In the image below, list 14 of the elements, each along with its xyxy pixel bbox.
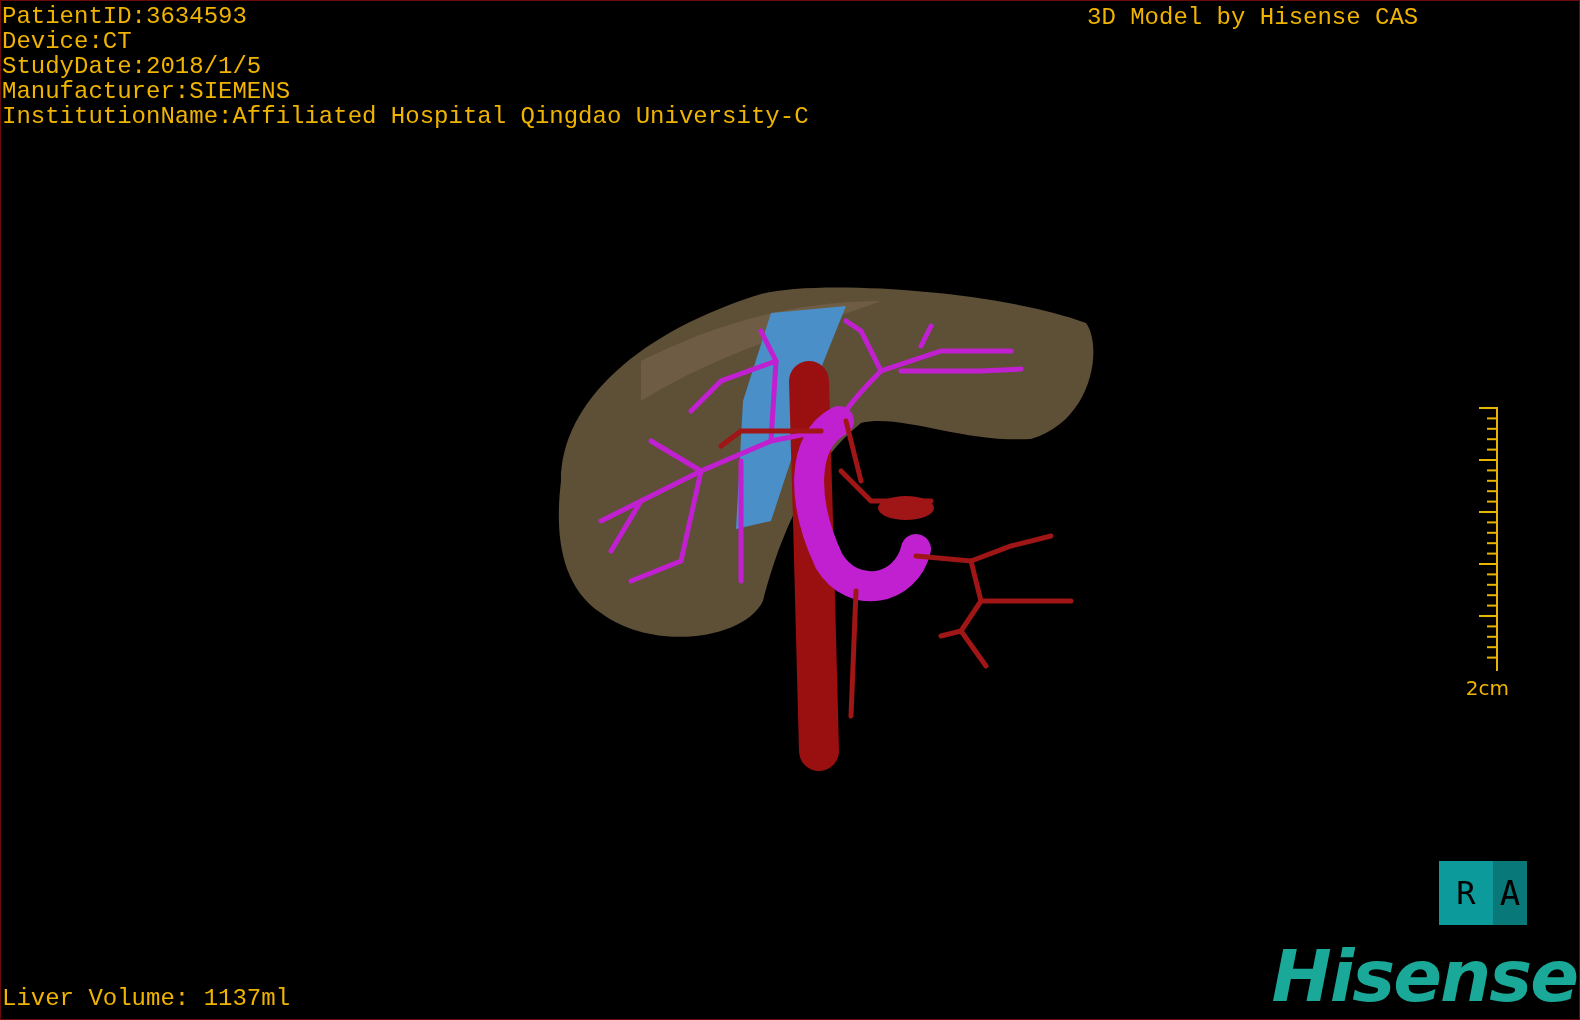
cube-face-label: A <box>1493 861 1527 925</box>
patient-info-text: StudyDate:2018/1/5 <box>2 54 263 79</box>
brand-logo: Hisense <box>1271 936 1577 1016</box>
patient-info-text: PatientID:3634593 <box>2 4 248 29</box>
scale-ruler-icon <box>1479 406 1499 672</box>
scale-label: 2cm <box>1465 676 1509 700</box>
patient-info-text: Device:CT <box>2 29 133 54</box>
patient-info-text: InstitutionName:Affiliated Hospital Qingdao University-C <box>2 104 809 129</box>
cube-face-label: R <box>1455 873 1477 914</box>
model-credit-text: 3D Model by Hisense CAS <box>1087 5 1419 30</box>
orientation-cube[interactable]: R A <box>1439 861 1527 925</box>
liver-vessels-drawing[interactable] <box>558 287 1094 771</box>
patient-info-text: Manufacturer:SIEMENS <box>2 79 292 104</box>
liver-volume-text: Liver Volume: 1137ml <box>2 986 291 1011</box>
